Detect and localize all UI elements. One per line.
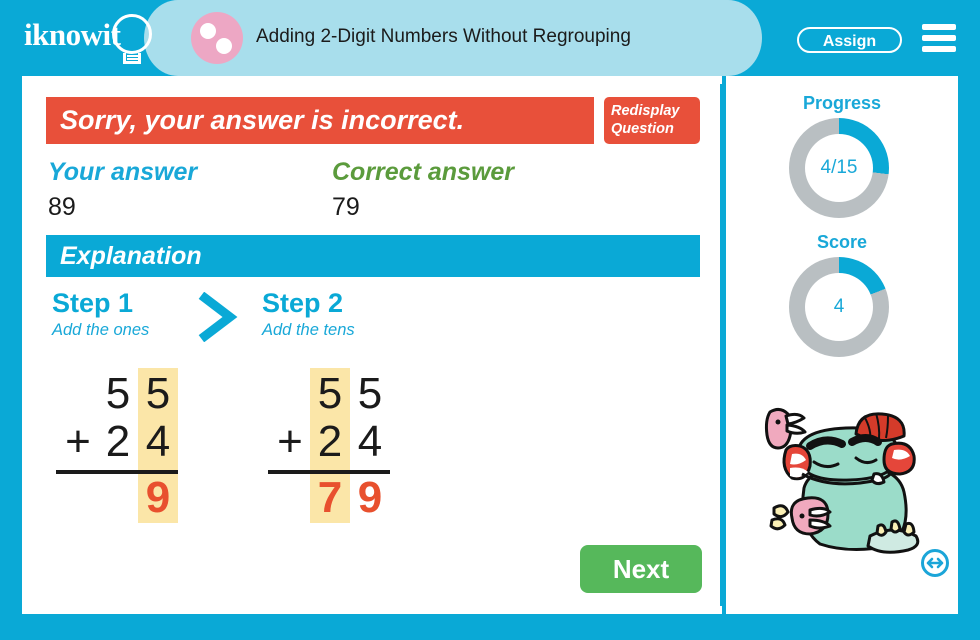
step-2-equation: 5 5 + 2 4 7 9 <box>262 368 432 528</box>
monster-mascot-icon <box>752 392 942 582</box>
app-header: iknowit Adding 2-Digit Numbers Without R… <box>0 0 980 76</box>
quiz-title: Adding 2-Digit Numbers Without Regroupin… <box>256 26 631 47</box>
redisplay-question-button[interactable]: Redisplay Question <box>604 97 700 144</box>
progress-value: 4/15 <box>820 157 858 178</box>
left-right-arrow-icon[interactable] <box>920 548 950 578</box>
step-1-title: Step 1 <box>52 288 134 318</box>
correct-answer-label: Correct answer <box>332 158 515 186</box>
score-donut: 4 <box>789 257 889 357</box>
dot-two <box>216 38 232 54</box>
progress-label: Progress <box>802 93 882 113</box>
next-button[interactable]: Next <box>580 545 702 593</box>
s2-addend2-tens: 2 <box>317 417 343 466</box>
question-panel <box>22 76 722 614</box>
feedback-banner: Sorry, your answer is incorrect. <box>46 97 594 144</box>
explanation-heading: Explanation <box>46 235 700 277</box>
lightbulb-base-icon <box>123 53 141 64</box>
step-2-title: Step 2 <box>262 288 344 318</box>
step-1-subtitle: Add the ones <box>52 321 150 339</box>
logo-text: iknowit <box>24 17 121 52</box>
hamburger-bar-1 <box>922 24 956 30</box>
step-1: Step 1 Add the ones <box>52 288 149 342</box>
s2-addend1-ones: 5 <box>357 369 383 418</box>
app-frame: iknowit Adding 2-Digit Numbers Without R… <box>0 0 980 640</box>
s2-sum-tens: 7 <box>317 473 343 522</box>
assign-button[interactable]: Assign <box>797 27 902 53</box>
s1-addend1-ones: 5 <box>145 369 171 418</box>
redisplay-line-1: Redisplay <box>611 103 680 119</box>
dot-one <box>200 23 216 39</box>
s1-addend1-tens: 5 <box>105 369 131 418</box>
step-2: Step 2 Add the tens <box>262 288 355 342</box>
lightbulb-icon <box>112 14 152 54</box>
score-label: Score <box>816 232 868 252</box>
chevron-right-icon <box>197 292 241 342</box>
your-answer-label: Your answer <box>48 158 198 186</box>
hamburger-bar-2 <box>922 35 956 41</box>
redisplay-line-2: Question <box>611 121 674 137</box>
iknowit-logo[interactable]: iknowit <box>22 12 172 68</box>
two-dot-circle-icon <box>191 12 243 64</box>
progress-donut: 4/15 <box>789 118 889 218</box>
s1-sum-ones: 9 <box>145 473 171 522</box>
s2-sum-ones: 9 <box>357 473 383 522</box>
hamburger-bar-3 <box>922 46 956 52</box>
s2-addend2-ones: 4 <box>357 417 383 466</box>
correct-answer-value: 79 <box>332 193 360 221</box>
s2-addend1-tens: 5 <box>317 369 343 418</box>
your-answer-value: 89 <box>48 193 76 221</box>
s1-addend2-ones: 4 <box>145 417 171 466</box>
s2-operator: + <box>277 417 303 466</box>
panel-divider <box>720 84 724 606</box>
s1-addend2-tens: 2 <box>105 417 131 466</box>
score-value: 4 <box>833 296 845 317</box>
step-1-equation: 5 5 + 2 4 9 <box>50 368 220 528</box>
hamburger-menu-icon[interactable] <box>922 24 956 54</box>
step-2-subtitle: Add the tens <box>262 321 355 339</box>
s1-operator: + <box>65 417 91 466</box>
